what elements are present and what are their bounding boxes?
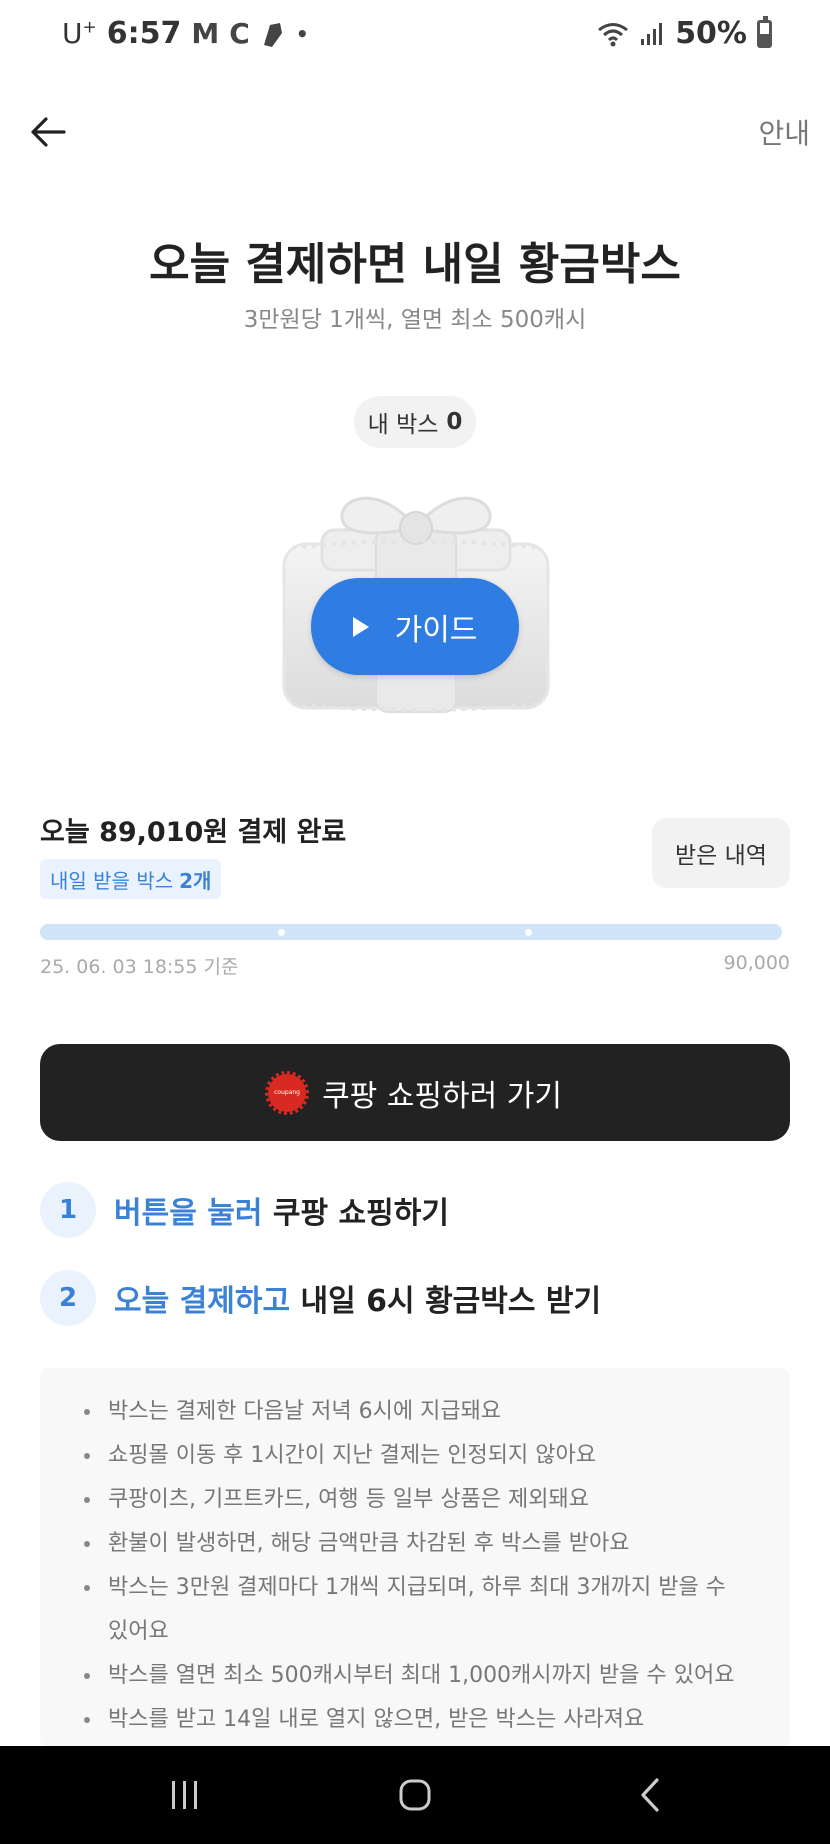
notice-item: 박스는 결제한 다음날 저녁 6시에 지급돼요 (84, 1390, 740, 1434)
page-subtitle: 3만원당 1개씩, 열면 최소 500캐시 (243, 307, 587, 333)
recent-apps-icon (172, 1781, 197, 1809)
payment-progress-bar (40, 924, 782, 940)
info-link[interactable]: 안내 (758, 112, 810, 152)
step-1: 1 버튼을 눌러 쿠팡 쇼핑하기 (40, 1182, 449, 1238)
progress-timestamp: 25. 06. 03 18:55 기준 (40, 956, 239, 978)
my-box-count-badge: 내 박스 0 (354, 396, 476, 448)
progress-max: 90,000 (723, 952, 790, 974)
battery-icon (757, 15, 772, 48)
battery-fill (760, 33, 769, 45)
step-accent-text: 버튼을 눌러 (114, 1196, 263, 1231)
coupang-notification-icon: C (229, 17, 250, 50)
step-2: 2 오늘 결제하고 내일 6시 황금박스 받기 (40, 1270, 601, 1326)
notice-item: 박스를 받고 14일 내로 열지 않으면, 받은 박스는 사라져요 (84, 1698, 740, 1742)
progress-fill (40, 924, 774, 940)
status-left: U+ 6:57 M C • (62, 16, 309, 51)
payment-complete-text: 오늘 89,010원 결제 완료 (40, 817, 347, 848)
my-box-label: 내 박스 (367, 412, 439, 438)
back-nav-icon (641, 1778, 659, 1812)
tomorrow-box-badge: 내일 받을 박스 2개 (40, 859, 222, 899)
go-shopping-label: 쿠팡 쇼핑하러 가기 (322, 1078, 562, 1114)
back-nav-button[interactable] (605, 1746, 695, 1844)
notice-item: 환불이 발생하면, 해당 금액만큼 차감된 후 박스를 받아요 (84, 1522, 740, 1566)
guide-label: 가이드 (394, 612, 478, 648)
play-icon (352, 616, 369, 637)
gmail-notification-icon: M (191, 17, 220, 50)
notice-list: 박스는 결제한 다음날 저녁 6시에 지급돼요 쇼핑몰 이동 후 1시간이 지난… (84, 1390, 740, 1742)
step-number: 2 (40, 1270, 96, 1326)
step-text: 내일 6시 황금박스 받기 (300, 1284, 602, 1319)
status-right: 50% (597, 15, 772, 51)
received-history-button[interactable]: 받은 내역 (652, 818, 790, 888)
go-shopping-button[interactable]: coupang 쿠팡 쇼핑하러 가기 (40, 1044, 790, 1141)
notice-item: 박스는 3만원 결제마다 1개씩 지급되며, 하루 최대 3개까지 받을 수 있… (84, 1566, 740, 1654)
progress-marker-30000 (278, 929, 285, 936)
step-accent-text: 오늘 결제하고 (114, 1284, 291, 1319)
home-button[interactable] (370, 1746, 460, 1844)
tomorrow-box-count: 2개 (179, 868, 212, 893)
app-notification-icon (263, 22, 282, 47)
more-notifications-icon: • (295, 21, 309, 46)
carrier-label: U+ (62, 17, 97, 50)
clock: 6:57 (106, 16, 182, 51)
notice-item: 박스를 열면 최소 500캐시부터 최대 1,000캐시까지 받을 수 있어요 (84, 1654, 740, 1698)
back-arrow-icon[interactable] (28, 112, 68, 152)
recent-apps-button[interactable] (140, 1746, 230, 1844)
step-text: 쿠팡 쇼핑하기 (272, 1196, 449, 1231)
signal-icon (641, 22, 663, 45)
tomorrow-box-label: 내일 받을 박스 (50, 868, 174, 893)
coupang-logo-icon: coupang (265, 1070, 310, 1115)
progress-marker-60000 (525, 929, 532, 936)
system-navigation-bar (0, 1746, 830, 1844)
progress-meta: 25. 06. 03 18:55 기준 90,000 (40, 952, 790, 979)
wifi-icon (598, 22, 629, 46)
notice-item: 쇼핑몰 이동 후 1시간이 지난 결제는 인정되지 않아요 (84, 1434, 740, 1478)
step-number: 1 (40, 1182, 96, 1238)
home-icon (399, 1779, 431, 1811)
page-title: 오늘 결제하면 내일 황금박스 (149, 239, 681, 290)
guide-button[interactable]: 가이드 (311, 578, 519, 675)
battery-percent: 50% (675, 16, 747, 51)
notice-box: 박스는 결제한 다음날 저녁 6시에 지급돼요 쇼핑몰 이동 후 1시간이 지난… (40, 1368, 790, 1748)
status-bar: U+ 6:57 M C • 50% (0, 0, 830, 70)
notice-item: 쿠팡이츠, 기프트카드, 여행 등 일부 상품은 제외돼요 (84, 1478, 740, 1522)
my-box-count: 0 (446, 409, 463, 435)
